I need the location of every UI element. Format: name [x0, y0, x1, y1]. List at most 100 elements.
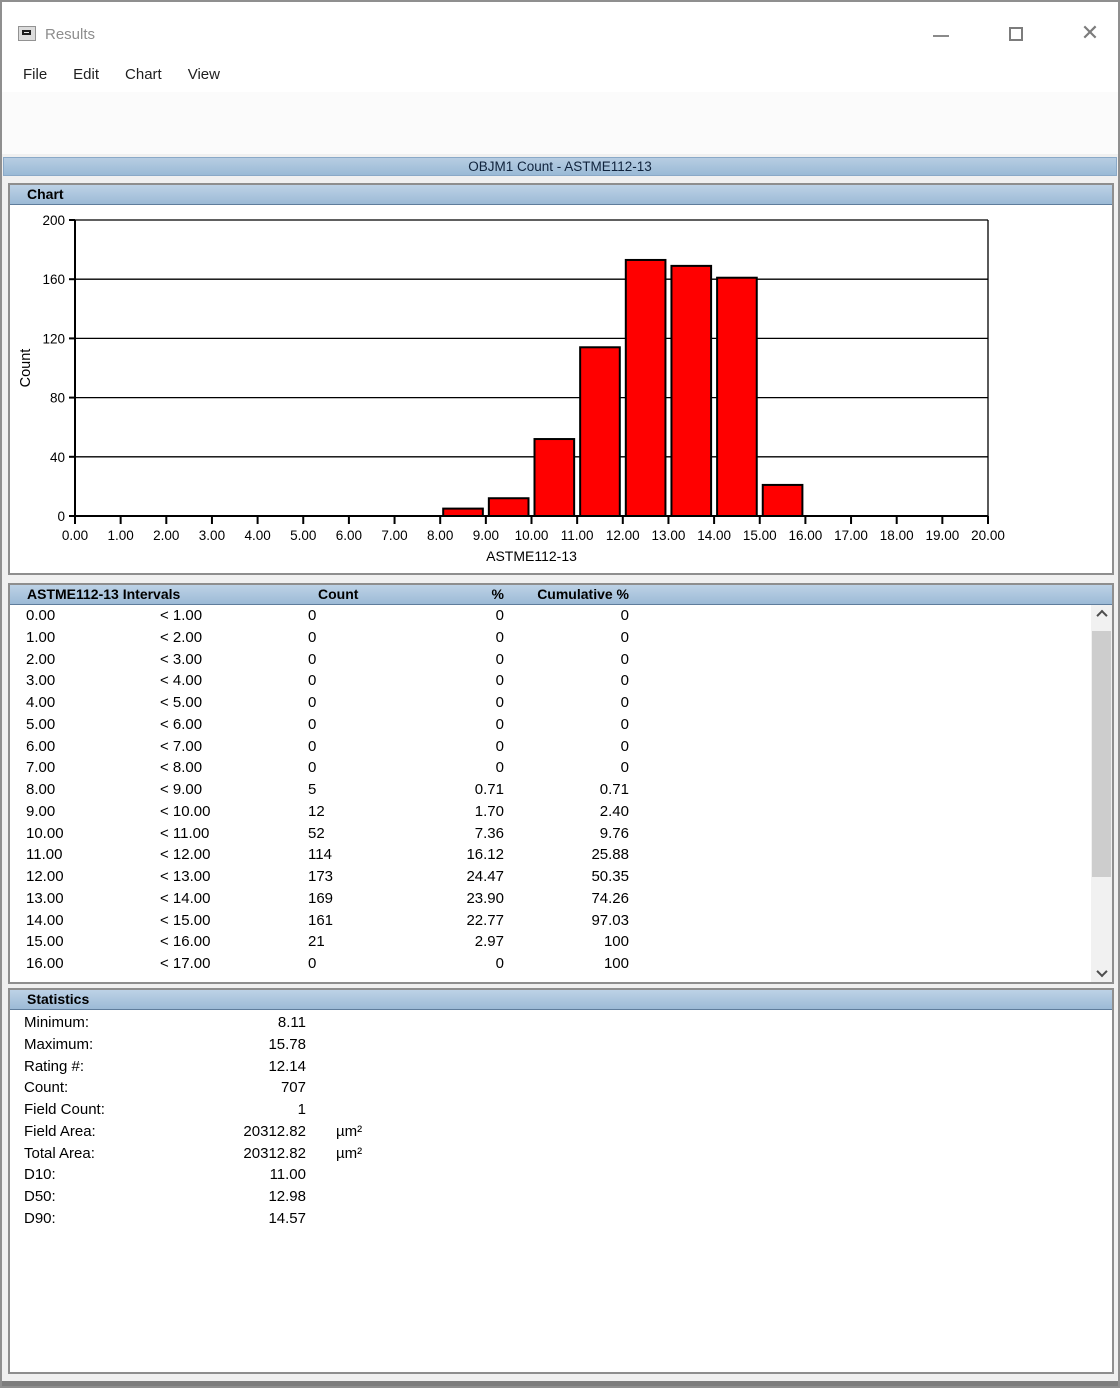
- x-tick-label: 18.00: [880, 528, 914, 543]
- table-cell: 169: [308, 888, 333, 910]
- table-row[interactable]: 6.00< 7.00000: [10, 736, 1090, 758]
- table-cell: 0: [308, 714, 316, 736]
- histogram-chart: 040801201602000.001.002.003.004.005.006.…: [10, 205, 1110, 573]
- table-row[interactable]: 16.00< 17.0000100: [10, 953, 1090, 975]
- histogram-bar: [626, 260, 666, 516]
- intervals-table-header: ASTME112-13 Intervals Count % Cumulative…: [10, 585, 1112, 605]
- maximize-icon[interactable]: [1009, 27, 1023, 41]
- x-tick-label: 20.00: [971, 528, 1005, 543]
- table-row[interactable]: 13.00< 14.0016923.9074.26: [10, 888, 1090, 910]
- table-row[interactable]: 9.00< 10.00121.702.40: [10, 801, 1090, 823]
- y-axis-title: Count: [18, 349, 34, 388]
- menu-item-view[interactable]: View: [175, 66, 233, 83]
- table-cell: 21: [308, 931, 325, 953]
- table-cell: 173: [308, 866, 333, 888]
- table-row[interactable]: 0.00< 1.00000: [10, 605, 1090, 627]
- table-row[interactable]: 15.00< 16.00212.97100: [10, 931, 1090, 953]
- stat-value: 11.00: [160, 1164, 306, 1186]
- stat-label: D90:: [24, 1208, 56, 1230]
- y-tick-label: 120: [42, 331, 65, 346]
- table-cell: 24.47: [390, 866, 504, 888]
- column-header-count[interactable]: Count: [318, 585, 358, 604]
- stat-value: 1: [160, 1099, 306, 1121]
- close-icon[interactable]: ✕: [1078, 20, 1102, 46]
- table-cell: 9.76: [515, 823, 629, 845]
- stat-label: Total Area:: [24, 1143, 95, 1165]
- table-cell: 0: [390, 670, 504, 692]
- title-bar: Results ✕: [2, 2, 1118, 56]
- stat-value: 14.57: [160, 1208, 306, 1230]
- column-header-intervals[interactable]: ASTME112-13 Intervals: [27, 585, 180, 604]
- table-cell: < 7.00: [160, 736, 202, 758]
- table-cell: 52: [308, 823, 325, 845]
- statistic-row: D10: 11.00: [10, 1164, 1112, 1186]
- table-row[interactable]: 7.00< 8.00000: [10, 757, 1090, 779]
- table-cell: 0: [515, 736, 629, 758]
- table-row[interactable]: 4.00< 5.00000: [10, 692, 1090, 714]
- table-cell: 8.00: [26, 779, 55, 801]
- table-cell: < 4.00: [160, 670, 202, 692]
- table-cell: 0: [390, 953, 504, 975]
- app-window-icon-glyph: [22, 30, 31, 35]
- app-window-icon: [18, 26, 36, 41]
- table-row[interactable]: 8.00< 9.0050.710.71: [10, 779, 1090, 801]
- column-header-cumulative[interactable]: Cumulative %: [515, 585, 629, 604]
- statistic-row: D50:12.98: [10, 1186, 1112, 1208]
- table-cell: 23.90: [390, 888, 504, 910]
- table-scrollbar[interactable]: [1091, 605, 1112, 982]
- table-row[interactable]: 14.00< 15.0016122.7797.03: [10, 910, 1090, 932]
- table-cell: 14.00: [26, 910, 64, 932]
- stat-label: Count:: [24, 1077, 68, 1099]
- table-cell: < 9.00: [160, 779, 202, 801]
- stat-value: 12.98: [160, 1186, 306, 1208]
- table-cell: 12.00: [26, 866, 64, 888]
- histogram-bar: [443, 509, 483, 516]
- scroll-up-button[interactable]: [1091, 605, 1112, 623]
- table-cell: 0: [308, 953, 316, 975]
- table-cell: 0: [390, 627, 504, 649]
- y-tick-label: 80: [50, 391, 65, 406]
- minimize-icon[interactable]: [933, 35, 949, 37]
- x-tick-label: 3.00: [199, 528, 225, 543]
- menu-item-edit[interactable]: Edit: [60, 66, 112, 83]
- histogram-bar: [717, 278, 757, 516]
- table-row[interactable]: 10.00< 11.00527.369.76: [10, 823, 1090, 845]
- x-tick-label: 4.00: [244, 528, 270, 543]
- stat-unit: µm²: [336, 1121, 362, 1143]
- table-cell: 1.70: [390, 801, 504, 823]
- table-row[interactable]: 5.00< 6.00000: [10, 714, 1090, 736]
- stat-value: 707: [160, 1077, 306, 1099]
- table-cell: 0: [308, 670, 316, 692]
- table-cell: 0: [390, 714, 504, 736]
- table-row[interactable]: 2.00< 3.00000: [10, 649, 1090, 671]
- chart-panel-header: Chart: [10, 185, 1112, 205]
- table-cell: 0: [515, 649, 629, 671]
- menu-item-chart[interactable]: Chart: [112, 66, 175, 83]
- table-cell: 0: [390, 692, 504, 714]
- table-cell: < 13.00: [160, 866, 210, 888]
- scroll-down-button[interactable]: [1091, 964, 1112, 982]
- stat-label: Rating #:: [24, 1056, 84, 1078]
- table-cell: 0: [308, 649, 316, 671]
- menu-item-file[interactable]: File: [10, 66, 60, 83]
- table-cell: < 12.00: [160, 844, 210, 866]
- table-cell: 114: [308, 844, 332, 866]
- column-header-percent[interactable]: %: [410, 585, 504, 604]
- table-cell: < 3.00: [160, 649, 202, 671]
- table-cell: 0: [515, 605, 629, 627]
- statistics-body: Minimum:8.11Maximum:15.78Rating #:12.14C…: [10, 1012, 1112, 1372]
- stat-label: D10:: [24, 1164, 56, 1186]
- table-row[interactable]: 12.00< 13.0017324.4750.35: [10, 866, 1090, 888]
- stat-value: 12.14: [160, 1056, 306, 1078]
- scrollbar-thumb[interactable]: [1092, 631, 1111, 877]
- table-cell: < 1.00: [160, 605, 202, 627]
- table-row[interactable]: 1.00< 2.00000: [10, 627, 1090, 649]
- table-cell: 5.00: [26, 714, 55, 736]
- table-cell: 1.00: [26, 627, 55, 649]
- x-tick-label: 7.00: [381, 528, 407, 543]
- table-cell: 0.00: [26, 605, 55, 627]
- table-cell: 0: [515, 670, 629, 692]
- table-row[interactable]: 11.00< 12.0011416.1225.88: [10, 844, 1090, 866]
- table-row[interactable]: 3.00< 4.00000: [10, 670, 1090, 692]
- table-cell: < 5.00: [160, 692, 202, 714]
